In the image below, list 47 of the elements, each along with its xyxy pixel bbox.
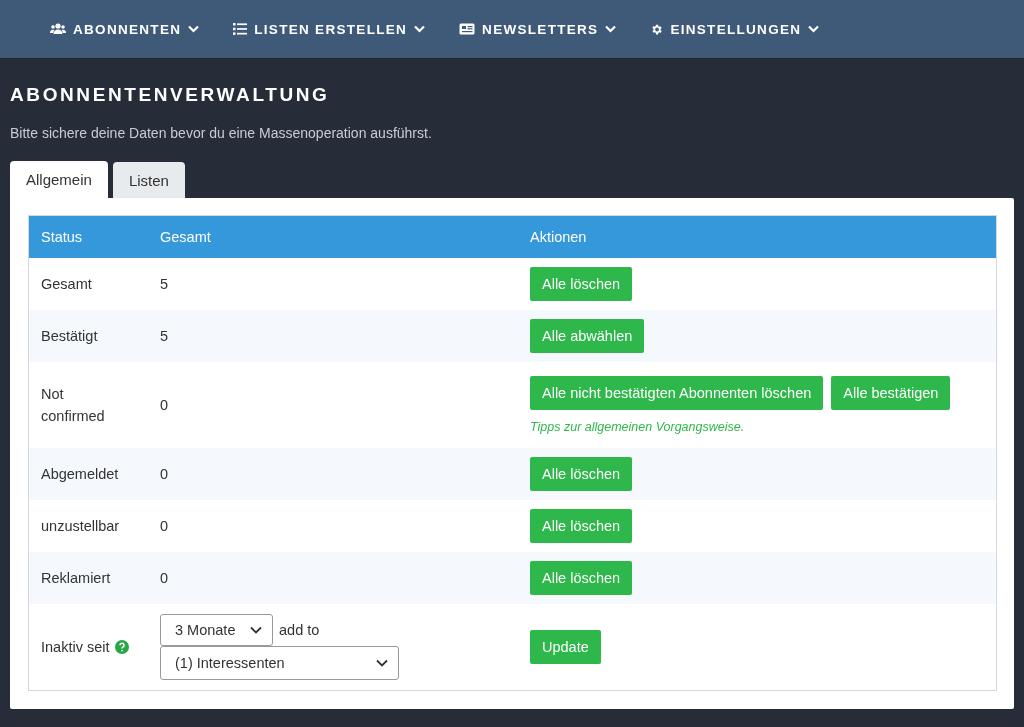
count-value: 5 [160,276,169,292]
action-button[interactable]: Alle abwählen [530,319,645,353]
column-header: Status [28,215,148,258]
nav-menu-item[interactable]: ABONNENTEN [50,21,200,37]
action-button[interactable]: Alle bestätigen [831,376,951,410]
chevron-down-icon [808,25,820,33]
count-value: 0 [160,466,169,482]
tab[interactable]: Listen [112,162,185,198]
action-button[interactable]: Alle löschen [530,561,633,595]
column-header: Gesamt [148,215,518,258]
settings-icon [650,22,664,36]
action-button[interactable]: Alle löschen [530,267,633,301]
help-icon[interactable] [114,640,129,654]
newspaper-icon [459,23,476,35]
update-button[interactable]: Update [530,630,601,664]
tips-link[interactable]: Tipps zur allgemeinen Vorgangsweise. [530,420,745,434]
count-value: 0 [160,518,169,534]
list-select[interactable]: (1) Interessenten [160,646,399,680]
nav-menu-item[interactable]: NEWSLETTERS [459,21,617,37]
status-label: Not confirmed [41,385,106,426]
tab[interactable]: Allgemein [10,161,108,198]
status-label: Abgemeldet [41,465,119,484]
status-label: Inaktiv seit [41,639,110,655]
status-label: unzustellbar [41,517,120,536]
count-value: 0 [160,570,169,586]
status-label: Gesamt [41,275,92,294]
users-icon [50,23,66,35]
notice-text: Bitte sichere deine Daten bevor du eine Massenoperation ausführst. [10,125,433,143]
column-header: Aktionen [518,215,997,258]
list-icon [233,23,248,35]
nav-menu-item[interactable]: EINSTELLUNGEN [650,21,820,37]
chevron-down-icon [376,659,388,667]
chevron-down-icon [414,25,426,33]
action-button[interactable]: Alle löschen [530,509,633,543]
status-label: Bestätigt [41,327,98,346]
action-button[interactable]: Alle nicht bestätigten Abonnenten löschen [530,376,824,410]
status-label: Reklamiert [41,569,111,588]
period-select[interactable]: 3 Monate [160,614,273,646]
count-value: 5 [160,328,169,344]
action-button[interactable]: Alle löschen [530,457,633,491]
chevron-down-icon [250,626,262,634]
page-title: ABONNENTENVERWALTUNG [10,83,331,107]
chevron-down-icon [188,25,200,33]
chevron-down-icon [605,25,617,33]
nav-menu-item[interactable]: LISTEN ERSTELLEN [233,21,426,37]
count-value: 0 [160,397,169,413]
connector-text: add to [279,622,320,638]
